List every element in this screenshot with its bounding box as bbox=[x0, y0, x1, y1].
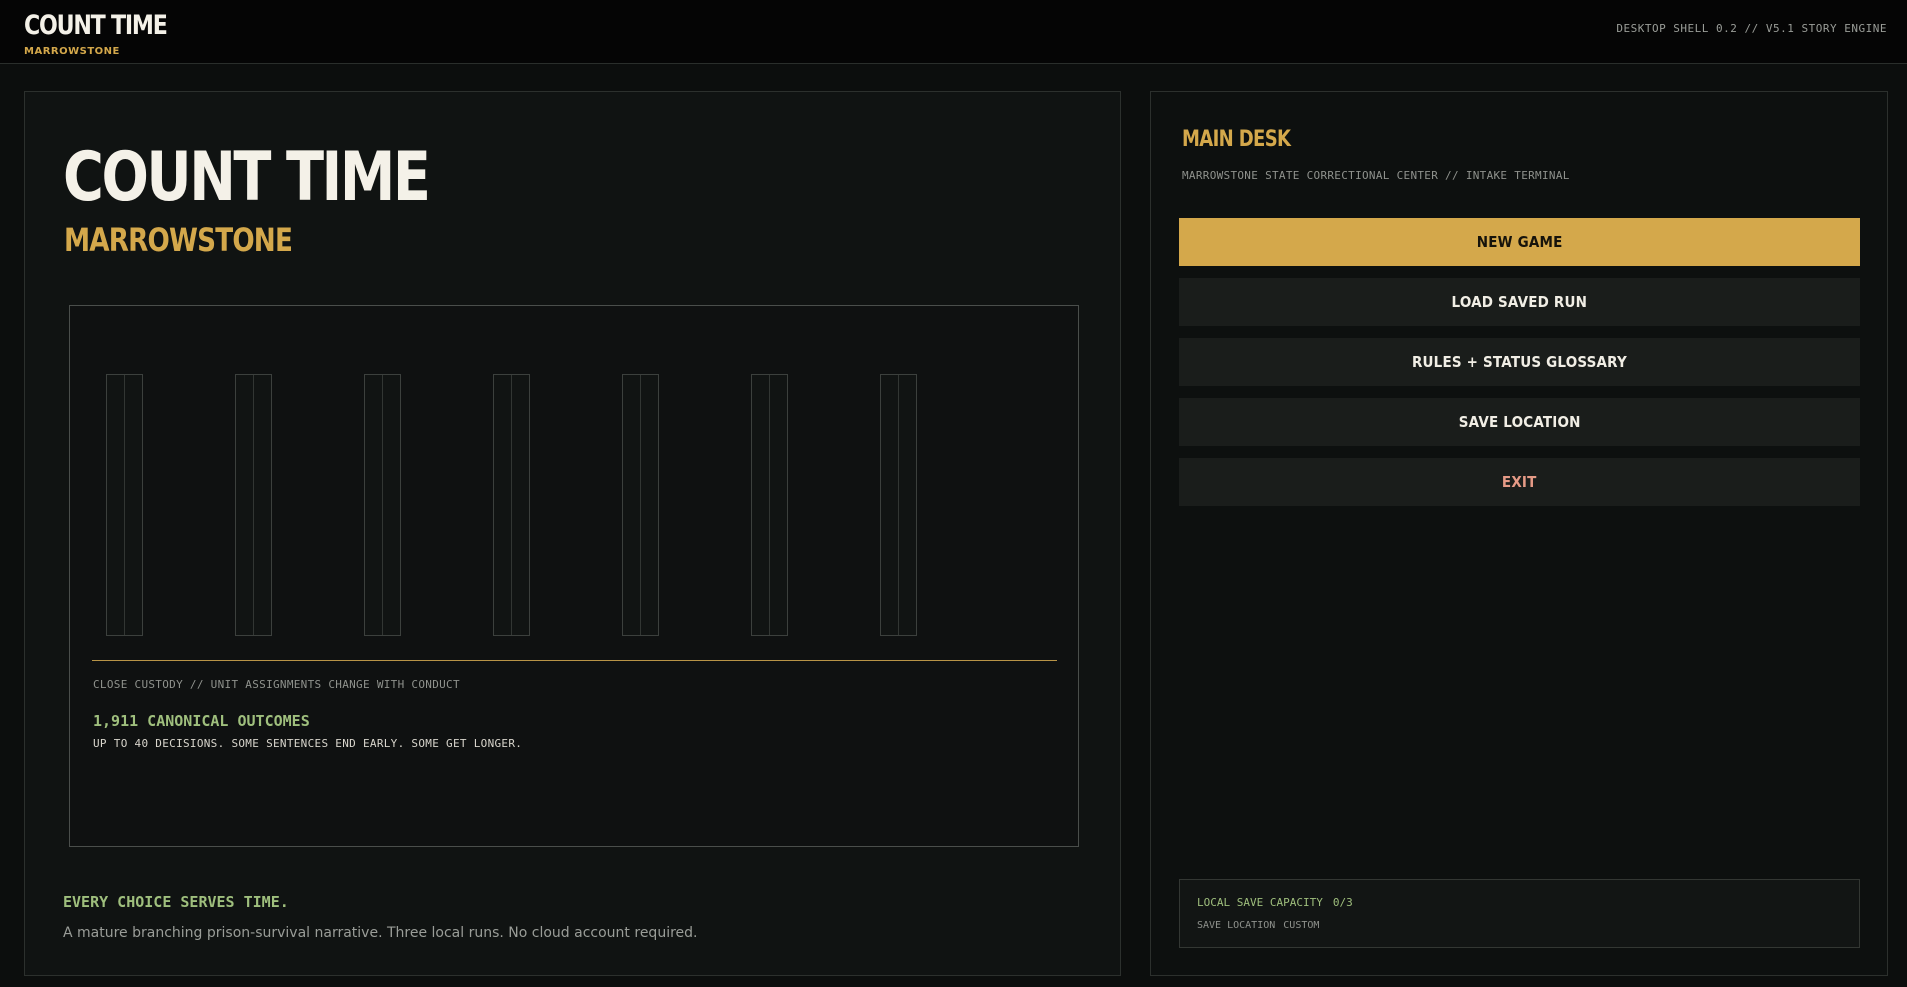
save-capacity-label: LOCAL SAVE CAPACITY bbox=[1197, 896, 1323, 909]
hero-panel: COUNT TIME MARROWSTONE CLOSE CUSTODY // … bbox=[24, 91, 1121, 976]
new-game-label: NEW GAME bbox=[1476, 233, 1563, 251]
cell-bar bbox=[235, 374, 272, 636]
exit-label: EXIT bbox=[1502, 473, 1537, 491]
cell-bar bbox=[106, 374, 143, 636]
hero-subtitle: MARROWSTONE bbox=[64, 221, 293, 259]
save-location-button[interactable]: SAVE LOCATION bbox=[1179, 398, 1860, 446]
load-saved-run-button[interactable]: LOAD SAVED RUN bbox=[1179, 278, 1860, 326]
outcomes-count: 1,911 CANONICAL OUTCOMES bbox=[93, 712, 310, 730]
version-label: DESKTOP SHELL 0.2 // V5.1 STORY ENGINE bbox=[1616, 22, 1887, 35]
save-info-box: LOCAL SAVE CAPACITY 0/3 SAVE LOCATION CUST… bbox=[1179, 879, 1860, 948]
cell-bar bbox=[622, 374, 659, 636]
save-location-info-label: SAVE LOCATION bbox=[1197, 920, 1276, 931]
panel-subtitle: MARROWSTONE STATE CORRECTIONAL CENTER //… bbox=[1182, 169, 1570, 182]
decisions-note: UP TO 40 DECISIONS. SOME SENTENCES END E… bbox=[93, 737, 523, 750]
cell-bar bbox=[880, 374, 917, 636]
cell-bar bbox=[364, 374, 401, 636]
save-capacity: LOCAL SAVE CAPACITY 0/3 bbox=[1197, 896, 1353, 909]
cell-bar bbox=[493, 374, 530, 636]
load-saved-run-label: LOAD SAVED RUN bbox=[1451, 293, 1588, 311]
cell-bar bbox=[751, 374, 788, 636]
game-description: A mature branching prison-survival narra… bbox=[63, 925, 698, 941]
app-title: COUNT TIME bbox=[24, 10, 168, 41]
tagline: EVERY CHOICE SERVES TIME. bbox=[63, 893, 289, 911]
save-capacity-value: 0/3 bbox=[1332, 896, 1353, 909]
rules-glossary-label: RULES + STATUS GLOSSARY bbox=[1411, 353, 1628, 371]
hero-title: COUNT TIME bbox=[63, 138, 431, 217]
new-game-button[interactable]: NEW GAME bbox=[1179, 218, 1860, 266]
exit-button[interactable]: EXIT bbox=[1179, 458, 1860, 506]
rules-glossary-button[interactable]: RULES + STATUS GLOSSARY bbox=[1179, 338, 1860, 386]
panel-title: MAIN DESK bbox=[1182, 127, 1291, 152]
cell-illustration: CLOSE CUSTODY // UNIT ASSIGNMENTS CHANGE… bbox=[69, 305, 1079, 847]
divider bbox=[92, 660, 1057, 661]
app-subtitle: MARROWSTONE bbox=[24, 46, 120, 57]
save-location-label: SAVE LOCATION bbox=[1458, 413, 1581, 431]
main-desk-panel: MAIN DESK MARROWSTONE STATE CORRECTIONAL… bbox=[1150, 91, 1888, 976]
top-bar: COUNT TIME MARROWSTONE DESKTOP SHELL 0.2… bbox=[0, 0, 1907, 64]
save-location-info: SAVE LOCATION CUSTOM bbox=[1197, 920, 1319, 931]
custody-status: CLOSE CUSTODY // UNIT ASSIGNMENTS CHANGE… bbox=[93, 678, 460, 691]
save-location-info-value: CUSTOM bbox=[1283, 920, 1320, 931]
